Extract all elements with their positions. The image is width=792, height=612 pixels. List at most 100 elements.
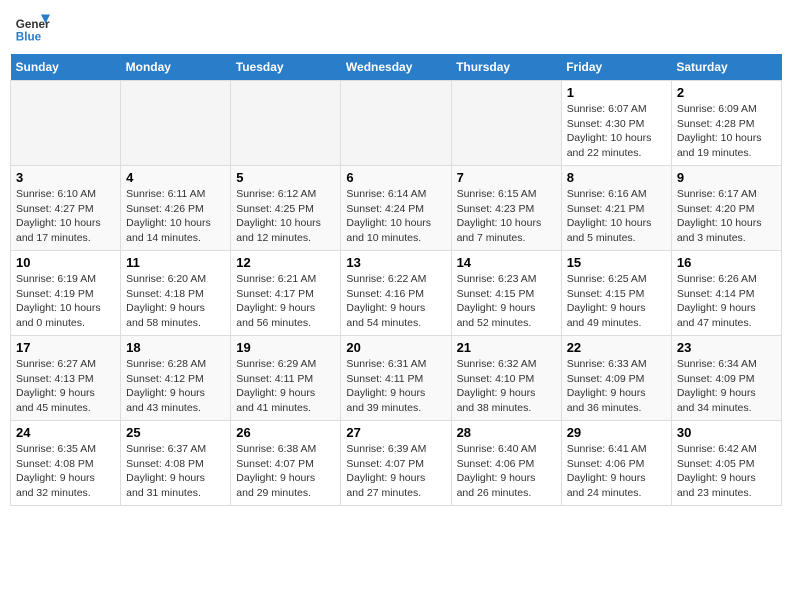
day-cell: 1Sunrise: 6:07 AM Sunset: 4:30 PM Daylig… — [561, 81, 671, 166]
day-cell: 26 Sunrise: 6:38 AM Sunset: 4:07 PM Dayli… — [231, 421, 341, 506]
day-info: Sunrise: 6:23 AM Sunset: 4:15 PM Dayligh… — [457, 272, 556, 331]
day-number: 16 — [677, 255, 776, 270]
day-cell: 4 Sunrise: 6:11 AM Sunset: 4:26 PM Daylig… — [121, 166, 231, 251]
day-cell: 18 Sunrise: 6:28 AM Sunset: 4:12 PM Dayli… — [121, 336, 231, 421]
day-info: Sunrise: 6:27 AM Sunset: 4:13 PM Dayligh… — [16, 357, 115, 416]
day-number: 14 — [457, 255, 556, 270]
day-info: Sunrise: 6:22 AM Sunset: 4:16 PM Dayligh… — [346, 272, 445, 331]
day-info: Sunrise: 6:07 AM Sunset: 4:30 PM Dayligh… — [567, 102, 666, 161]
day-number: 17 — [16, 340, 115, 355]
day-cell — [11, 81, 121, 166]
calendar-table: SundayMondayTuesdayWednesdayThursdayFrid… — [10, 54, 782, 506]
day-number: 24 — [16, 425, 115, 440]
day-cell: 5Sunrise: 6:12 AM Sunset: 4:25 PM Daylig… — [231, 166, 341, 251]
svg-text:Blue: Blue — [16, 31, 42, 44]
day-number: 7 — [457, 170, 556, 185]
day-cell: 28 Sunrise: 6:40 AM Sunset: 4:06 PM Dayli… — [451, 421, 561, 506]
day-number: 4 — [126, 170, 225, 185]
day-number: 30 — [677, 425, 776, 440]
header-friday: Friday — [561, 54, 671, 81]
day-number: 21 — [457, 340, 556, 355]
day-info: Sunrise: 6:21 AM Sunset: 4:17 PM Dayligh… — [236, 272, 335, 331]
day-cell: 10 Sunrise: 6:19 AM Sunset: 4:19 PM Dayli… — [11, 251, 121, 336]
day-info: Sunrise: 6:19 AM Sunset: 4:19 PM Dayligh… — [16, 272, 115, 331]
day-info: Sunrise: 6:20 AM Sunset: 4:18 PM Dayligh… — [126, 272, 225, 331]
day-cell: 6 Sunrise: 6:14 AM Sunset: 4:24 PM Daylig… — [341, 166, 451, 251]
logo: General Blue — [14, 10, 50, 46]
day-number: 8 — [567, 170, 666, 185]
day-number: 27 — [346, 425, 445, 440]
day-number: 29 — [567, 425, 666, 440]
day-info: Sunrise: 6:40 AM Sunset: 4:06 PM Dayligh… — [457, 442, 556, 501]
day-number: 11 — [126, 255, 225, 270]
day-cell: 14 Sunrise: 6:23 AM Sunset: 4:15 PM Dayli… — [451, 251, 561, 336]
day-info: Sunrise: 6:31 AM Sunset: 4:11 PM Dayligh… — [346, 357, 445, 416]
day-cell: 24Sunrise: 6:35 AM Sunset: 4:08 PM Dayli… — [11, 421, 121, 506]
day-cell — [231, 81, 341, 166]
week-row-5: 24Sunrise: 6:35 AM Sunset: 4:08 PM Dayli… — [11, 421, 782, 506]
day-cell: 21 Sunrise: 6:32 AM Sunset: 4:10 PM Dayli… — [451, 336, 561, 421]
day-info: Sunrise: 6:38 AM Sunset: 4:07 PM Dayligh… — [236, 442, 335, 501]
day-number: 19 — [236, 340, 335, 355]
day-number: 28 — [457, 425, 556, 440]
day-info: Sunrise: 6:15 AM Sunset: 4:23 PM Dayligh… — [457, 187, 556, 246]
day-number: 12 — [236, 255, 335, 270]
day-cell: 20 Sunrise: 6:31 AM Sunset: 4:11 PM Dayli… — [341, 336, 451, 421]
day-number: 18 — [126, 340, 225, 355]
day-cell: 30 Sunrise: 6:42 AM Sunset: 4:05 PM Dayli… — [671, 421, 781, 506]
day-cell: 27 Sunrise: 6:39 AM Sunset: 4:07 PM Dayli… — [341, 421, 451, 506]
day-cell: 19 Sunrise: 6:29 AM Sunset: 4:11 PM Dayli… — [231, 336, 341, 421]
day-info: Sunrise: 6:25 AM Sunset: 4:15 PM Dayligh… — [567, 272, 666, 331]
day-cell: 9 Sunrise: 6:17 AM Sunset: 4:20 PM Daylig… — [671, 166, 781, 251]
day-number: 20 — [346, 340, 445, 355]
day-cell: 23Sunrise: 6:34 AM Sunset: 4:09 PM Dayli… — [671, 336, 781, 421]
day-info: Sunrise: 6:28 AM Sunset: 4:12 PM Dayligh… — [126, 357, 225, 416]
day-info: Sunrise: 6:14 AM Sunset: 4:24 PM Dayligh… — [346, 187, 445, 246]
day-cell: 7 Sunrise: 6:15 AM Sunset: 4:23 PM Daylig… — [451, 166, 561, 251]
day-cell: 13 Sunrise: 6:22 AM Sunset: 4:16 PM Dayli… — [341, 251, 451, 336]
day-cell — [121, 81, 231, 166]
week-row-2: 3Sunrise: 6:10 AM Sunset: 4:27 PM Daylig… — [11, 166, 782, 251]
day-cell: 22 Sunrise: 6:33 AM Sunset: 4:09 PM Dayli… — [561, 336, 671, 421]
day-info: Sunrise: 6:32 AM Sunset: 4:10 PM Dayligh… — [457, 357, 556, 416]
day-info: Sunrise: 6:09 AM Sunset: 4:28 PM Dayligh… — [677, 102, 776, 161]
day-number: 13 — [346, 255, 445, 270]
day-number: 9 — [677, 170, 776, 185]
day-cell: 3Sunrise: 6:10 AM Sunset: 4:27 PM Daylig… — [11, 166, 121, 251]
day-cell: 8Sunrise: 6:16 AM Sunset: 4:21 PM Daylig… — [561, 166, 671, 251]
day-cell: 11 Sunrise: 6:20 AM Sunset: 4:18 PM Dayli… — [121, 251, 231, 336]
header-sunday: Sunday — [11, 54, 121, 81]
week-row-1: 1Sunrise: 6:07 AM Sunset: 4:30 PM Daylig… — [11, 81, 782, 166]
header-saturday: Saturday — [671, 54, 781, 81]
day-cell: 17 Sunrise: 6:27 AM Sunset: 4:13 PM Dayli… — [11, 336, 121, 421]
day-cell: 29 Sunrise: 6:41 AM Sunset: 4:06 PM Dayli… — [561, 421, 671, 506]
day-number: 26 — [236, 425, 335, 440]
day-info: Sunrise: 6:37 AM Sunset: 4:08 PM Dayligh… — [126, 442, 225, 501]
day-cell — [341, 81, 451, 166]
day-info: Sunrise: 6:26 AM Sunset: 4:14 PM Dayligh… — [677, 272, 776, 331]
day-info: Sunrise: 6:33 AM Sunset: 4:09 PM Dayligh… — [567, 357, 666, 416]
day-info: Sunrise: 6:41 AM Sunset: 4:06 PM Dayligh… — [567, 442, 666, 501]
day-number: 3 — [16, 170, 115, 185]
day-number: 23 — [677, 340, 776, 355]
day-cell: 12 Sunrise: 6:21 AM Sunset: 4:17 PM Dayli… — [231, 251, 341, 336]
day-info: Sunrise: 6:42 AM Sunset: 4:05 PM Dayligh… — [677, 442, 776, 501]
day-number: 10 — [16, 255, 115, 270]
week-row-4: 17 Sunrise: 6:27 AM Sunset: 4:13 PM Dayli… — [11, 336, 782, 421]
day-number: 6 — [346, 170, 445, 185]
day-number: 15 — [567, 255, 666, 270]
day-info: Sunrise: 6:39 AM Sunset: 4:07 PM Dayligh… — [346, 442, 445, 501]
header: General Blue — [10, 10, 782, 46]
day-info: Sunrise: 6:29 AM Sunset: 4:11 PM Dayligh… — [236, 357, 335, 416]
day-cell: 15 Sunrise: 6:25 AM Sunset: 4:15 PM Dayli… — [561, 251, 671, 336]
day-info: Sunrise: 6:17 AM Sunset: 4:20 PM Dayligh… — [677, 187, 776, 246]
day-cell: 16 Sunrise: 6:26 AM Sunset: 4:14 PM Dayli… — [671, 251, 781, 336]
week-row-3: 10 Sunrise: 6:19 AM Sunset: 4:19 PM Dayli… — [11, 251, 782, 336]
day-number: 22 — [567, 340, 666, 355]
header-monday: Monday — [121, 54, 231, 81]
calendar-header-row: SundayMondayTuesdayWednesdayThursdayFrid… — [11, 54, 782, 81]
day-cell: 2Sunrise: 6:09 AM Sunset: 4:28 PM Daylig… — [671, 81, 781, 166]
calendar-body: 1Sunrise: 6:07 AM Sunset: 4:30 PM Daylig… — [11, 81, 782, 506]
header-wednesday: Wednesday — [341, 54, 451, 81]
day-info: Sunrise: 6:11 AM Sunset: 4:26 PM Dayligh… — [126, 187, 225, 246]
